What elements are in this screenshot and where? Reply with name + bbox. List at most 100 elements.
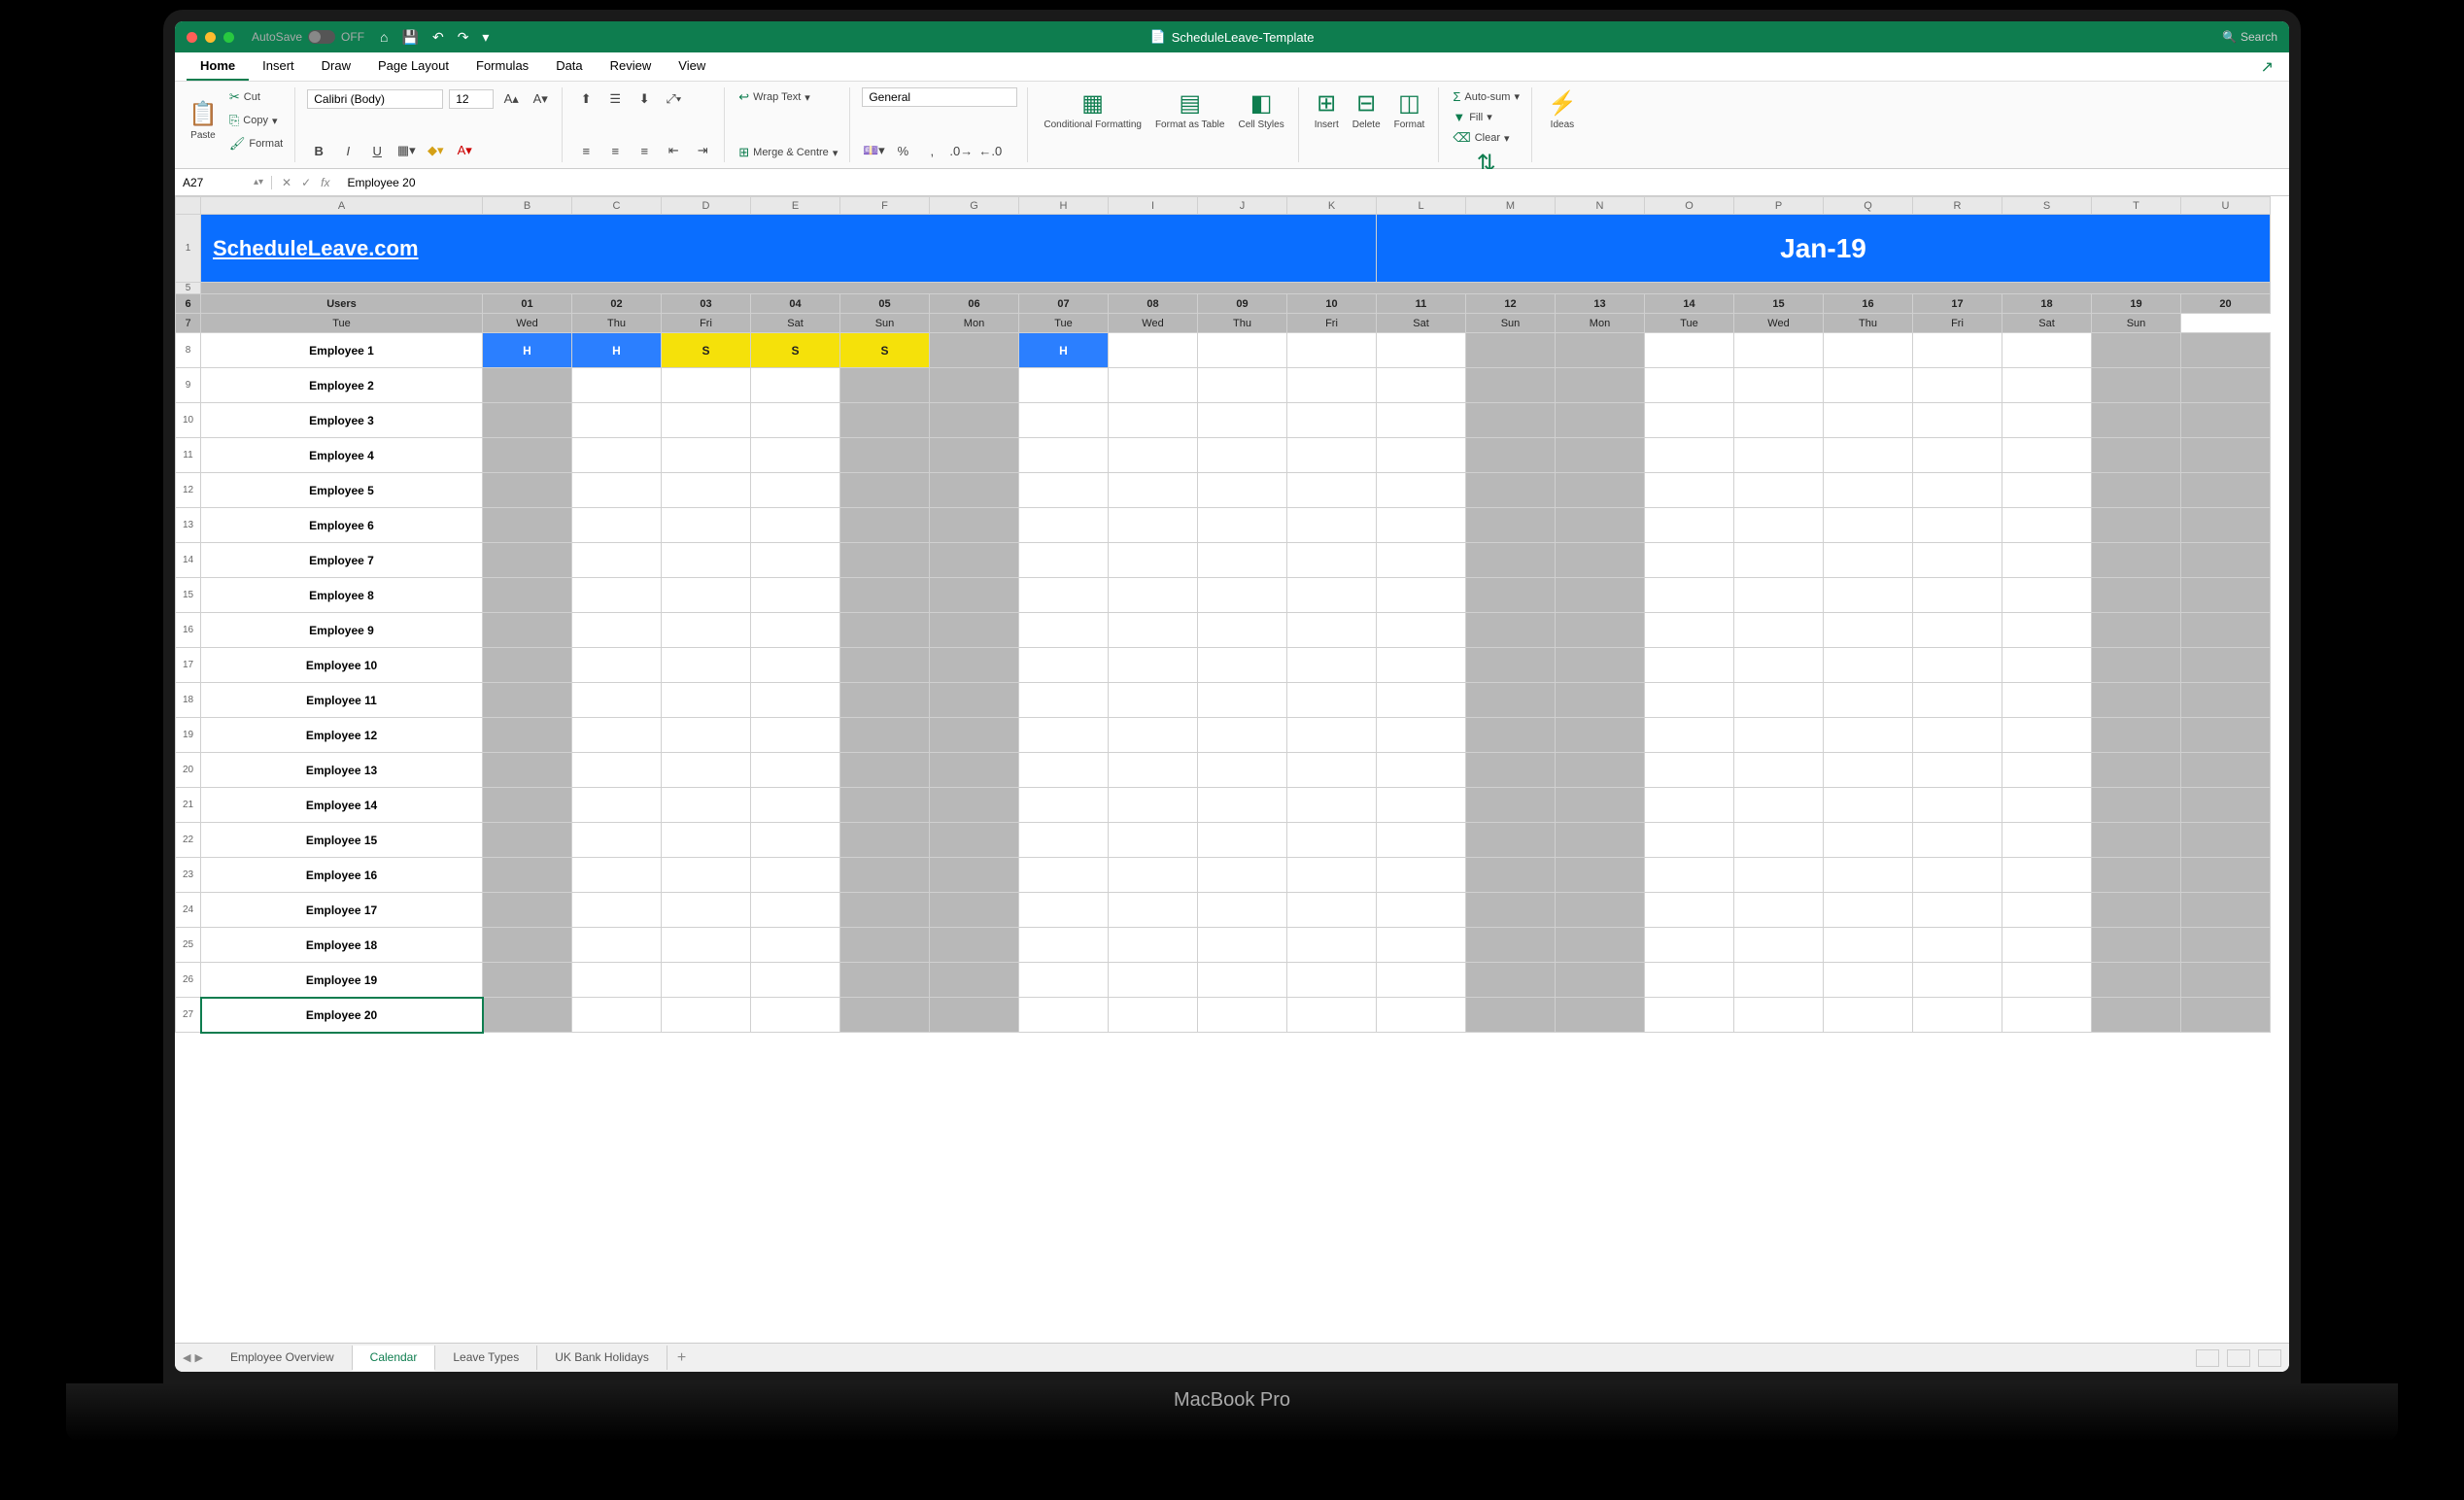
col-header-C[interactable]: C [572, 197, 662, 215]
increase-font-icon[interactable]: A▴ [499, 87, 523, 111]
conditional-formatting-button[interactable]: ▦Conditional Formatting [1040, 87, 1146, 132]
day-cell[interactable] [572, 683, 662, 718]
day-cell[interactable] [840, 928, 930, 963]
page-layout-view-icon[interactable] [2227, 1349, 2250, 1367]
day-cell[interactable]: H [483, 333, 572, 368]
day-cell[interactable] [1824, 683, 1913, 718]
day-header-0[interactable]: Tue [201, 314, 483, 333]
autosum-button[interactable]: ΣAuto-sum ▾ [1451, 87, 1522, 106]
day-cell[interactable] [2092, 718, 2181, 753]
day-cell[interactable] [1913, 963, 2002, 998]
row-header-9[interactable]: 9 [176, 368, 201, 403]
day-cell[interactable] [1466, 333, 1556, 368]
day-cell[interactable] [930, 893, 1019, 928]
day-cell[interactable] [1913, 718, 2002, 753]
col-header-P[interactable]: P [1734, 197, 1824, 215]
employee-name-cell[interactable]: Employee 3 [201, 403, 483, 438]
day-cell[interactable] [1377, 543, 1466, 578]
day-cell[interactable] [1645, 368, 1734, 403]
spacer-row[interactable] [201, 283, 2271, 294]
day-cell[interactable] [1913, 578, 2002, 613]
day-cell[interactable] [1466, 473, 1556, 508]
date-header-07[interactable]: 07 [1019, 294, 1109, 314]
day-cell[interactable] [1287, 403, 1377, 438]
day-cell[interactable] [2092, 928, 2181, 963]
day-cell[interactable] [1287, 473, 1377, 508]
day-cell[interactable] [1466, 788, 1556, 823]
day-cell[interactable] [483, 543, 572, 578]
merge-centre-button[interactable]: ⊞Merge & Centre ▾ [736, 143, 839, 162]
col-header-D[interactable]: D [662, 197, 751, 215]
date-header-14[interactable]: 14 [1645, 294, 1734, 314]
day-cell[interactable] [1824, 823, 1913, 858]
row-header-7[interactable]: 7 [176, 314, 201, 333]
day-cell[interactable] [1198, 543, 1287, 578]
day-cell[interactable] [1824, 753, 1913, 788]
day-cell[interactable] [1734, 718, 1824, 753]
day-cell[interactable] [1734, 368, 1824, 403]
day-cell[interactable] [1556, 753, 1645, 788]
day-cell[interactable] [662, 403, 751, 438]
day-cell[interactable] [1377, 508, 1466, 543]
day-cell[interactable] [1377, 333, 1466, 368]
day-cell[interactable] [1913, 753, 2002, 788]
date-header-06[interactable]: 06 [930, 294, 1019, 314]
day-cell[interactable] [662, 613, 751, 648]
day-cell[interactable] [1913, 508, 2002, 543]
day-cell[interactable] [751, 893, 840, 928]
day-cell[interactable] [1824, 543, 1913, 578]
day-cell[interactable] [930, 718, 1019, 753]
row-header-23[interactable]: 23 [176, 858, 201, 893]
fill-button[interactable]: ▼Fill ▾ [1451, 108, 1522, 126]
col-header-T[interactable]: T [2092, 197, 2181, 215]
day-cell[interactable] [662, 963, 751, 998]
day-cell[interactable] [2181, 788, 2271, 823]
day-cell[interactable] [1287, 998, 1377, 1033]
day-cell[interactable] [1287, 718, 1377, 753]
day-cell[interactable] [1913, 858, 2002, 893]
day-cell[interactable] [1466, 543, 1556, 578]
col-header-S[interactable]: S [2002, 197, 2092, 215]
font-size-select[interactable] [449, 89, 494, 109]
day-cell[interactable] [1556, 438, 1645, 473]
save-icon[interactable]: 💾 [402, 29, 419, 46]
day-cell[interactable] [1377, 963, 1466, 998]
day-cell[interactable] [840, 438, 930, 473]
day-cell[interactable] [1198, 893, 1287, 928]
day-cell[interactable] [1913, 893, 2002, 928]
day-cell[interactable] [840, 753, 930, 788]
autosave-toggle[interactable]: AutoSave OFF [252, 30, 364, 44]
day-cell[interactable] [572, 858, 662, 893]
day-cell[interactable] [930, 823, 1019, 858]
date-header-10[interactable]: 10 [1287, 294, 1377, 314]
day-cell[interactable] [840, 578, 930, 613]
day-cell[interactable] [1019, 893, 1109, 928]
day-cell[interactable] [1556, 648, 1645, 683]
day-cell[interactable] [1377, 858, 1466, 893]
ribbon-tab-insert[interactable]: Insert [249, 52, 308, 81]
day-cell[interactable] [1377, 438, 1466, 473]
cut-button[interactable]: ✂Cut [227, 87, 285, 107]
day-header-8[interactable]: Wed [1109, 314, 1198, 333]
day-cell[interactable] [1734, 543, 1824, 578]
day-cell[interactable] [1466, 613, 1556, 648]
sheet-nav-next-icon[interactable]: ▶ [194, 1351, 202, 1364]
align-left-icon[interactable]: ≡ [574, 139, 598, 162]
day-cell[interactable] [1734, 858, 1824, 893]
day-cell[interactable] [1556, 578, 1645, 613]
day-cell[interactable] [2092, 543, 2181, 578]
day-cell[interactable] [1109, 578, 1198, 613]
date-header-09[interactable]: 09 [1198, 294, 1287, 314]
day-cell[interactable] [1109, 683, 1198, 718]
day-cell[interactable] [751, 823, 840, 858]
day-cell[interactable] [1556, 543, 1645, 578]
day-cell[interactable] [2181, 683, 2271, 718]
day-cell[interactable] [1198, 648, 1287, 683]
day-cell[interactable] [1198, 613, 1287, 648]
day-cell[interactable] [930, 648, 1019, 683]
day-cell[interactable] [2181, 333, 2271, 368]
day-cell[interactable] [1913, 368, 2002, 403]
day-cell[interactable] [1377, 473, 1466, 508]
day-cell[interactable] [1198, 578, 1287, 613]
day-cell[interactable] [840, 403, 930, 438]
